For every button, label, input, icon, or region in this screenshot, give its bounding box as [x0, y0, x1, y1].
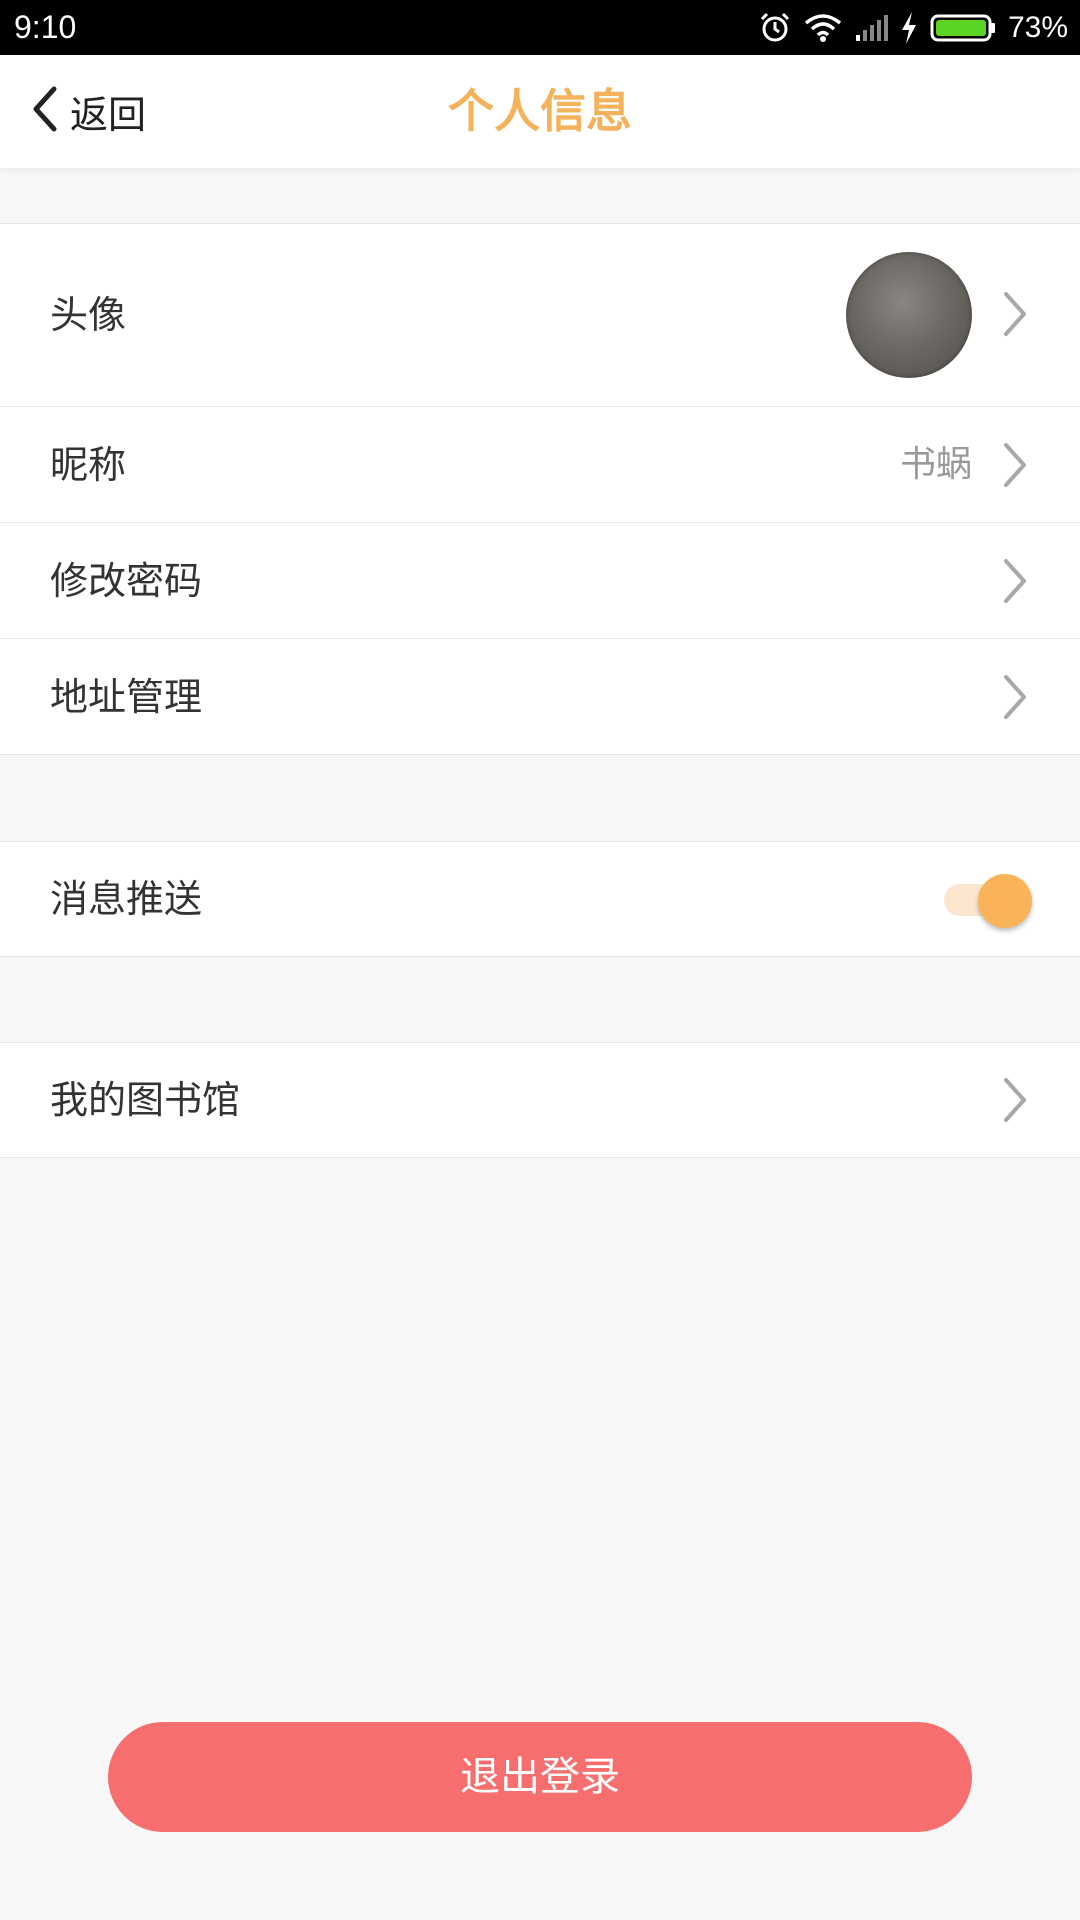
logout-button[interactable]: 退出登录 [108, 1722, 972, 1832]
push-notification-label: 消息推送 [50, 877, 203, 921]
status-time: 9:10 [14, 9, 77, 45]
wifi-icon [804, 13, 842, 43]
my-library-label: 我的图书馆 [50, 1078, 241, 1122]
toggle-knob [978, 874, 1032, 928]
status-bar: 9:10 73% [0, 0, 1080, 55]
nickname-label: 昵称 [50, 443, 127, 487]
chevron-right-icon [1002, 441, 1028, 493]
push-notification-toggle[interactable] [944, 869, 1034, 929]
alarm-icon [758, 11, 792, 45]
address-management-row[interactable]: 地址管理 [0, 638, 1080, 754]
avatar-row[interactable]: 头像 [0, 224, 1080, 406]
signal-icon [854, 13, 888, 43]
change-password-label: 修改密码 [50, 559, 203, 603]
address-management-label: 地址管理 [50, 675, 203, 719]
library-group: 我的图书馆 [0, 1042, 1080, 1158]
push-notification-row: 消息推送 [0, 842, 1080, 956]
nickname-row[interactable]: 昵称 书蜗 [0, 406, 1080, 522]
chevron-right-icon [1002, 1076, 1028, 1128]
chevron-right-icon [1002, 557, 1028, 609]
chevron-right-icon [1002, 673, 1028, 725]
status-icons: 73% [758, 8, 1068, 48]
charging-icon [900, 12, 918, 44]
nickname-value: 书蜗 [899, 444, 972, 485]
page-title: 个人信息 [448, 84, 632, 138]
profile-settings-group: 头像 昵称 书蜗 修改密码 地址管理 [0, 223, 1080, 755]
battery-icon [930, 13, 996, 43]
battery-percent: 73% [1007, 11, 1068, 44]
chevron-right-icon [1002, 290, 1028, 342]
navbar: 返回 个人信息 [0, 55, 1080, 168]
avatar-label: 头像 [50, 293, 127, 337]
notification-settings-group: 消息推送 [0, 841, 1080, 957]
change-password-row[interactable]: 修改密码 [0, 522, 1080, 638]
my-library-row[interactable]: 我的图书馆 [0, 1043, 1080, 1157]
avatar [846, 252, 972, 378]
